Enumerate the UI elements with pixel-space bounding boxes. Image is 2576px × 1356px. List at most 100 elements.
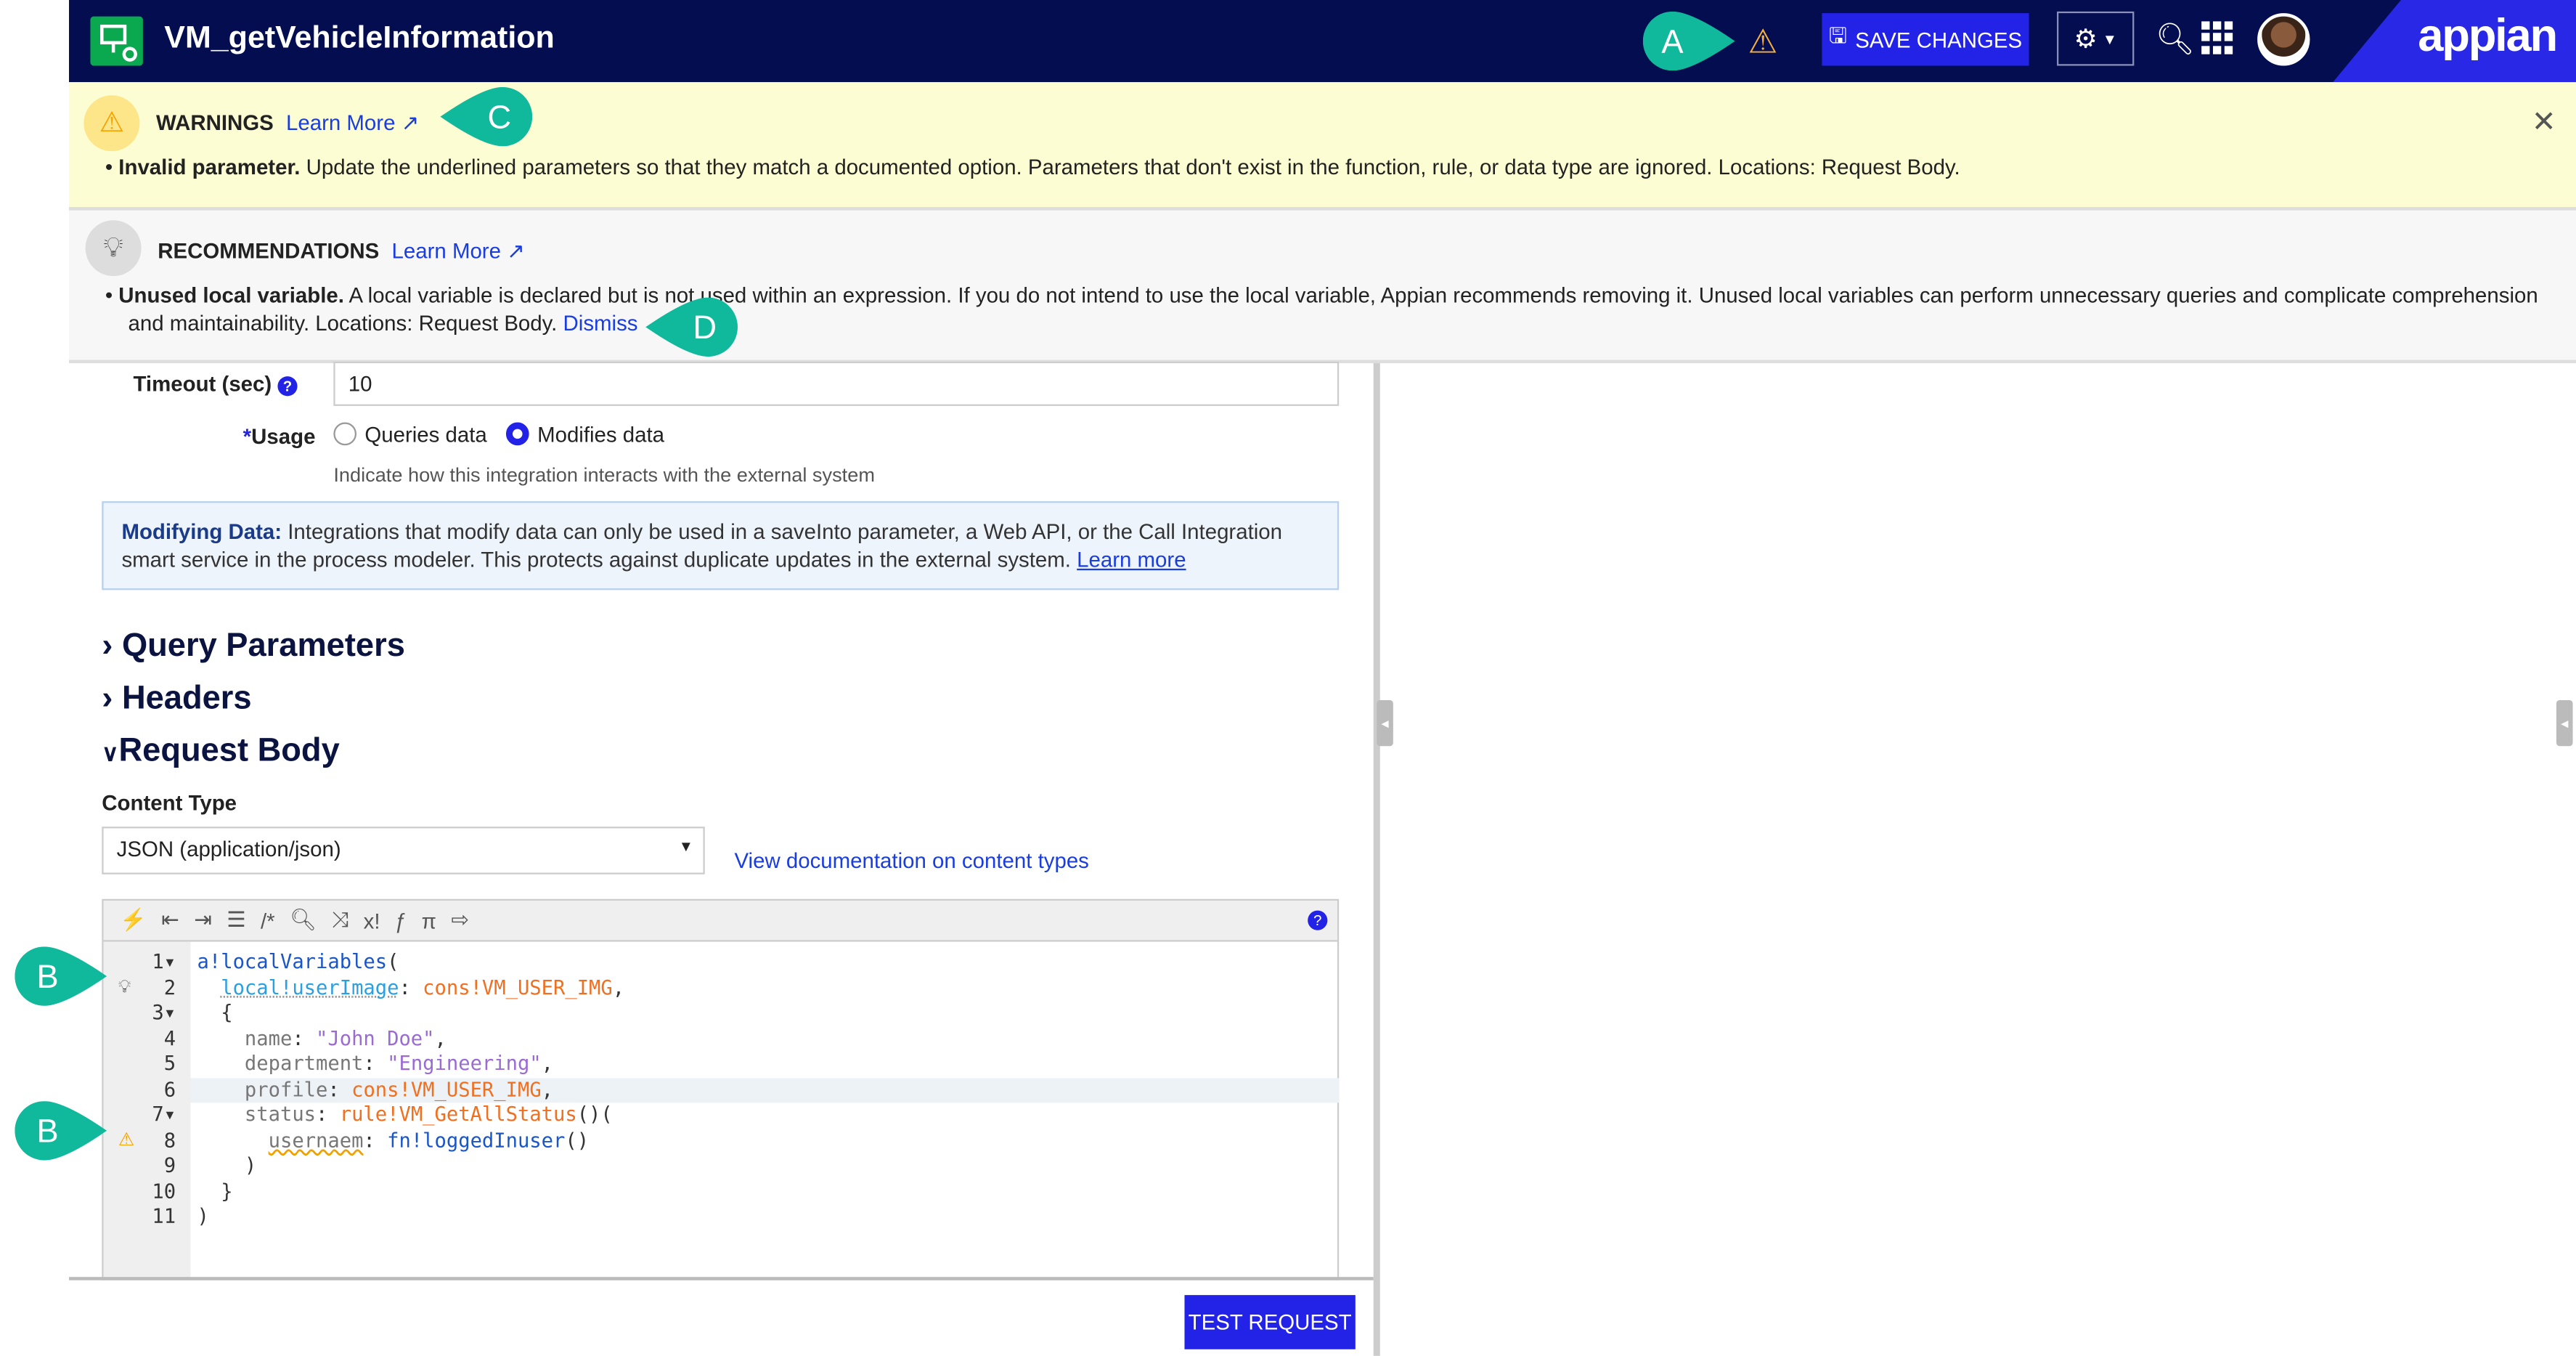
collapse-left-handle-icon[interactable]: ◂ — [1377, 699, 1393, 747]
indent-icon[interactable]: ⇥ — [194, 907, 212, 933]
line-number: 5 — [163, 1052, 176, 1075]
recommendations-panel: 💡︎ RECOMMENDATIONS Learn More ↗ • Unused… — [69, 207, 2576, 364]
app-grid-icon[interactable] — [2201, 21, 2234, 54]
code-line[interactable]: profile: cons!VM_USER_IMG, — [190, 1077, 1340, 1103]
caret-down-icon: ▼ — [678, 838, 693, 855]
section-query-parameters[interactable]: › Query Parameters — [102, 628, 405, 665]
comment-icon[interactable]: /* — [261, 908, 275, 933]
content-type-select[interactable]: JSON (application/json) ▼ — [102, 827, 705, 874]
outdent-icon[interactable]: ⇤ — [161, 907, 179, 933]
external-link-icon: ↗ — [401, 110, 420, 135]
code-token: "Engineering" — [387, 1052, 542, 1075]
code-line[interactable]: ) — [190, 1153, 1339, 1179]
avatar[interactable] — [2257, 13, 2310, 66]
code-token: : — [316, 1103, 340, 1126]
section-headers[interactable]: › Headers — [102, 681, 251, 718]
warning-icon: ⚠ — [83, 95, 140, 152]
radio-modifies-data[interactable]: Modifies data — [506, 422, 665, 447]
timeout-input[interactable]: 10 — [333, 361, 1340, 406]
search-icon[interactable]: 🔍︎ — [290, 907, 317, 933]
link-text: Learn More — [286, 110, 396, 135]
code-line[interactable]: department: "Engineering", — [190, 1052, 1339, 1077]
save-changes-button[interactable]: 🖫 SAVE CHANGES — [1822, 13, 2029, 66]
usage-label: *Usage — [69, 423, 316, 449]
recommendations-learn-more-link[interactable]: Learn More ↗ — [392, 238, 525, 263]
callout-d-label: D — [693, 309, 717, 346]
help-icon[interactable]: ? — [277, 376, 298, 397]
code-line[interactable]: { — [190, 1001, 1339, 1026]
line-number: 1▾ — [152, 949, 176, 973]
help-icon[interactable]: ? — [1308, 910, 1328, 930]
code-line[interactable]: a!localVariables( — [190, 950, 1339, 975]
code-line[interactable]: usernaem: fn!loggedInuser() — [190, 1128, 1339, 1153]
chevron-down-icon: ∨ — [102, 739, 119, 766]
radio-label: Modifies data — [537, 422, 665, 447]
line-number: 7▾ — [152, 1103, 176, 1126]
code-token: status — [197, 1103, 317, 1126]
modifying-data-info: Modifying Data: Integrations that modify… — [102, 501, 1340, 590]
lightbulb-icon[interactable]: 💡︎ — [118, 975, 131, 1001]
dismiss-link[interactable]: Dismiss — [563, 311, 638, 336]
pane-divider[interactable] — [1373, 363, 1380, 1356]
code-token: ) — [197, 1204, 209, 1228]
line-number: 2 — [163, 975, 176, 999]
callout-c-label: C — [488, 98, 512, 135]
gear-icon: ⚙ — [2074, 25, 2098, 54]
callout-b-label: B — [37, 1113, 59, 1150]
link-text: Learn More — [391, 238, 501, 264]
code-token: "John Doe" — [316, 1026, 435, 1050]
shuffle-icon[interactable]: ⤨ — [332, 907, 349, 933]
section-label: Query Parameters — [121, 628, 405, 665]
callout-a-label: A — [1661, 23, 1684, 60]
external-link-icon: ↗ — [507, 238, 525, 264]
section-label: Request Body — [118, 733, 340, 769]
section-request-body[interactable]: ∨Request Body — [102, 733, 339, 771]
list-icon[interactable]: ☰ — [227, 907, 245, 933]
code-token: : — [327, 1077, 352, 1100]
recommendation-bold: Unused local variable. — [118, 283, 344, 308]
code-line[interactable]: } — [190, 1180, 1339, 1205]
warning-icon[interactable]: ⚠ — [1748, 21, 1778, 62]
code-token: name — [197, 1026, 293, 1050]
recommendation-item: • Unused local variable. A local variabl… — [105, 283, 2538, 336]
x-factorial-icon[interactable]: x! — [364, 908, 380, 933]
recommendations-title: RECOMMENDATIONS — [158, 238, 380, 264]
code-line[interactable]: local!userImage: cons!VM_USER_IMG, — [190, 975, 1339, 1001]
pi-icon[interactable]: π — [422, 908, 436, 933]
code-token: usernaem — [268, 1128, 364, 1152]
code-line[interactable]: status: rule!VM_GetAllStatus()( — [190, 1103, 1339, 1128]
usage-label-text: Usage — [251, 423, 316, 449]
line-number: 11 — [152, 1204, 176, 1228]
code-token: () — [565, 1128, 590, 1152]
globe-search-icon[interactable]: 🔍︎ — [2156, 20, 2196, 59]
line-number: 10 — [152, 1179, 176, 1203]
test-request-button[interactable]: TEST REQUEST — [1184, 1295, 1356, 1349]
code-token: { — [197, 1001, 233, 1024]
settings-menu-button[interactable]: ⚙ ▼ — [2057, 11, 2135, 66]
close-icon[interactable]: ✕ — [2532, 105, 2556, 140]
code-area[interactable]: a!localVariables( local!userImage: cons!… — [190, 942, 1340, 1280]
code-line[interactable]: ) — [190, 1205, 1339, 1230]
magic-wand-icon[interactable]: ⚡ — [120, 907, 147, 933]
export-icon[interactable]: ⇨ — [451, 907, 469, 933]
warnings-learn-more-link[interactable]: Learn More ↗ — [286, 110, 419, 135]
callout-c: C — [440, 86, 533, 147]
callout-d: D — [645, 297, 738, 357]
warning-icon[interactable]: ⚠ — [118, 1128, 134, 1153]
code-token: a!localVariables — [197, 949, 388, 973]
section-label: Headers — [121, 680, 252, 717]
radio-queries-data[interactable]: Queries data — [333, 422, 487, 447]
callout-b-label: B — [37, 958, 59, 995]
info-learn-more-link[interactable]: Learn more — [1077, 548, 1186, 572]
expression-editor[interactable]: ⚡ ⇤ ⇥ ☰/* 🔍︎ ⤨ x! ƒ π ⇨ ? 1▾ 2 💡︎ 3▾ 4 5 6 7▾ 8 ⚠ 9 10… — [102, 898, 1340, 1280]
integration-icon — [90, 16, 143, 66]
code-line[interactable]: name: "John Doe", — [190, 1026, 1339, 1052]
callout-a: A — [1642, 11, 1735, 71]
function-icon[interactable]: ƒ — [395, 908, 407, 933]
content-type-doc-link[interactable]: View documentation on content types — [734, 848, 1088, 873]
collapse-right-handle-icon[interactable]: ◂ — [2556, 699, 2573, 747]
line-number: 3▾ — [152, 1001, 176, 1024]
usage-help-text: Indicate how this integration interacts … — [333, 463, 875, 487]
code-token: cons!VM_USER_IMG — [351, 1077, 542, 1100]
